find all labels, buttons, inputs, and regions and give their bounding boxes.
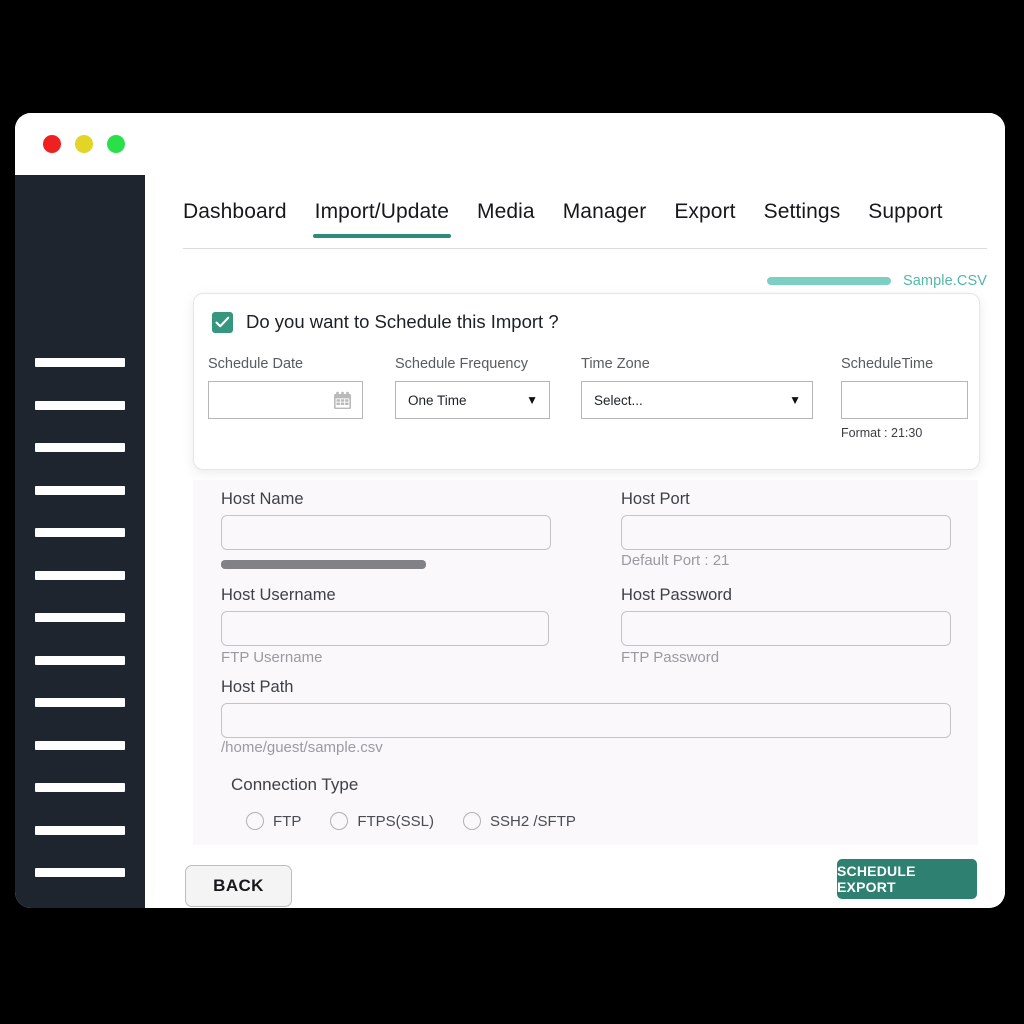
close-window-button[interactable]	[43, 135, 61, 153]
main-content: Dashboard Import/Update Media Manager Export…	[145, 175, 1005, 908]
calendar-icon	[334, 391, 351, 409]
sidebar-item-2[interactable]	[35, 400, 125, 410]
radio-icon	[330, 812, 349, 830]
sidebar-item-4[interactable]	[35, 485, 125, 495]
nav-tabs: Dashboard Import/Update Media Manager Export…	[183, 200, 943, 238]
host-port-input[interactable]	[621, 515, 951, 550]
schedule-frequency-field: Schedule Frequency One Time ▼	[395, 356, 550, 419]
minimize-window-button[interactable]	[75, 135, 93, 153]
nav-divider	[183, 248, 987, 249]
radio-icon	[246, 812, 264, 830]
tab-manager[interactable]: Manager	[563, 200, 647, 238]
schedule-import-card: Do you want to Schedule this Import ? Sc…	[193, 293, 980, 470]
chevron-down-icon: ▼	[526, 393, 538, 407]
sidebar-item-11[interactable]	[35, 783, 125, 792]
connection-type-option-1[interactable]: FTPS(SSL)	[330, 812, 434, 830]
time-zone-label: Time Zone	[581, 356, 650, 372]
upload-progress-bar	[766, 277, 891, 285]
sidebar-item-3[interactable]	[35, 443, 125, 452]
connection-type-option-0[interactable]: FTP	[246, 812, 301, 830]
host-name-label: Host Name	[221, 490, 304, 508]
connection-type-option-label: SSH2 /SFTP	[490, 812, 576, 830]
schedule-question-label: Do you want to Schedule this Import ?	[246, 311, 559, 332]
window-titlebar	[15, 113, 1005, 175]
time-zone-value: Select...	[594, 392, 643, 408]
connection-type-radio-group: FTP FTPS(SSL) SSH2 /SFTP	[246, 812, 605, 830]
schedule-date-label: Schedule Date	[208, 356, 304, 372]
host-port-label: Host Port	[621, 490, 690, 508]
schedule-date-input[interactable]	[208, 381, 363, 419]
sidebar-item-5[interactable]	[35, 528, 125, 537]
tab-support[interactable]: Support	[868, 200, 942, 238]
schedule-time-label: ScheduleTime	[841, 356, 934, 372]
host-username-hint: FTP Username	[221, 649, 323, 666]
host-password-hint: FTP Password	[621, 649, 720, 666]
schedule-checkbox-row[interactable]: Do you want to Schedule this Import ?	[212, 311, 559, 333]
maximize-window-button[interactable]	[107, 135, 125, 153]
host-password-label: Host Password	[621, 586, 732, 604]
host-path-input[interactable]	[221, 703, 951, 738]
sidebar-item-9[interactable]	[35, 698, 125, 707]
schedule-frequency-value: One Time	[408, 392, 467, 408]
screenshot-root: Dashboard Import/Update Media Manager Export…	[0, 0, 1024, 1024]
schedule-time-format-hint: Format : 21:30	[841, 426, 923, 440]
tab-media[interactable]: Media	[477, 200, 535, 238]
tab-import-update[interactable]: Import/Update	[312, 200, 452, 238]
host-username-label: Host Username	[221, 586, 336, 604]
tab-export[interactable]: Export	[674, 200, 735, 238]
radio-icon	[463, 812, 482, 830]
host-name-input[interactable]	[221, 515, 551, 550]
time-zone-select[interactable]: Select... ▼	[581, 381, 813, 419]
schedule-time-input[interactable]	[841, 381, 968, 419]
schedule-time-field: ScheduleTime Format : 21:30	[841, 356, 968, 440]
sidebar-item-8[interactable]	[35, 655, 125, 665]
sidebar-item-7[interactable]	[35, 613, 125, 622]
sidebar	[15, 175, 145, 908]
host-password-input[interactable]	[621, 611, 951, 646]
schedule-date-field: Schedule Date	[208, 356, 363, 419]
host-port-hint: Default Port : 21	[621, 552, 730, 569]
connection-type-option-2[interactable]: SSH2 /SFTP	[463, 812, 576, 830]
connection-type-label: Connection Type	[231, 775, 359, 794]
host-path-label: Host Path	[221, 678, 294, 696]
back-button[interactable]: BACK	[185, 865, 292, 907]
schedule-frequency-select[interactable]: One Time ▼	[395, 381, 550, 419]
host-username-input[interactable]	[221, 611, 549, 646]
nav-tabs-bar: Dashboard Import/Update Media Manager Export…	[145, 200, 1005, 262]
tab-dashboard[interactable]: Dashboard	[183, 200, 287, 238]
connection-type-option-label: FTP	[273, 812, 302, 830]
time-zone-field: Time Zone Select... ▼	[581, 356, 813, 419]
host-name-redaction-bar	[221, 560, 426, 569]
sidebar-item-10[interactable]	[35, 740, 125, 750]
chevron-down-icon: ▼	[789, 393, 801, 407]
check-icon	[215, 316, 230, 327]
sidebar-item-13[interactable]	[35, 868, 125, 877]
browser-window: Dashboard Import/Update Media Manager Export…	[15, 113, 1005, 908]
upload-status: Sample.CSV	[766, 273, 987, 289]
host-path-hint: /home/guest/sample.csv	[221, 739, 383, 756]
sidebar-item-6[interactable]	[35, 570, 125, 580]
host-connection-panel: Host Name Host Port Default Port : 21 Ho…	[193, 480, 978, 845]
tab-settings[interactable]: Settings	[764, 200, 841, 238]
sidebar-item-12[interactable]	[35, 825, 125, 835]
connection-type-option-label: FTPS(SSL)	[357, 812, 435, 830]
sidebar-item-1[interactable]	[35, 358, 125, 367]
schedule-frequency-label: Schedule Frequency	[395, 356, 528, 372]
uploaded-filename: Sample.CSV	[902, 273, 987, 289]
schedule-export-button[interactable]: SCHEDULE EXPORT	[837, 859, 977, 899]
schedule-import-checkbox[interactable]	[212, 311, 233, 333]
